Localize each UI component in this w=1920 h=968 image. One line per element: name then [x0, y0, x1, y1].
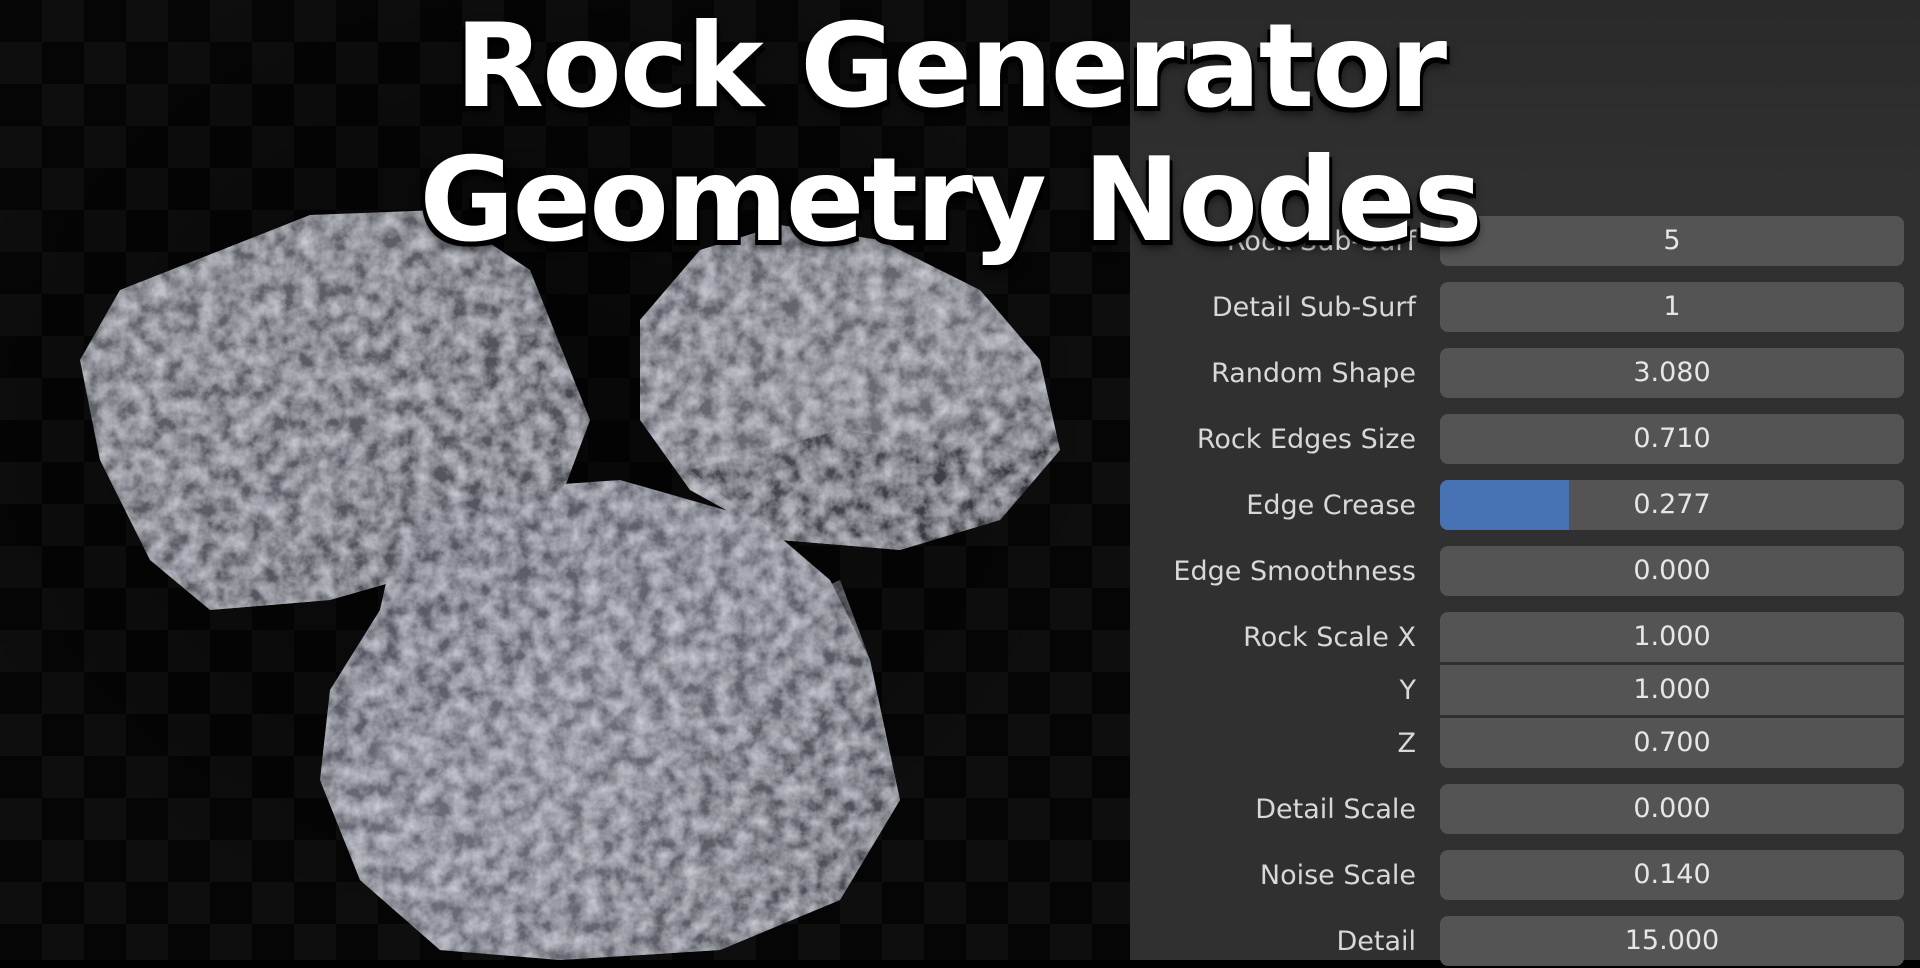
prop-row-noise-scale: Noise Scale 0.140: [1130, 850, 1920, 902]
title-line-1: Rock Generator: [454, 0, 1447, 134]
prop-row-detail-sub-surf: Detail Sub-Surf 1: [1130, 282, 1920, 334]
edge-crease-slider[interactable]: 0.277: [1440, 480, 1904, 530]
rock-front: [320, 480, 900, 960]
prop-label: Edge Smoothness: [1173, 556, 1416, 587]
noise-scale-field[interactable]: 0.140: [1440, 850, 1904, 900]
prop-label: Detail Sub-Surf: [1211, 292, 1416, 323]
prop-label: Edge Crease: [1246, 490, 1416, 521]
random-shape-field[interactable]: 3.080: [1440, 348, 1904, 398]
detail-sub-surf-field[interactable]: 1: [1440, 282, 1904, 332]
prop-value: 1: [1663, 291, 1681, 322]
prop-row-random-shape: Random Shape 3.080: [1130, 348, 1920, 400]
rock-scale-z-field[interactable]: 0.700: [1440, 718, 1904, 768]
rock-edges-size-field[interactable]: 0.710: [1440, 414, 1904, 464]
prop-row-rock-scale-y: Y 1.000: [1130, 665, 1920, 717]
prop-value: 0.277: [1633, 489, 1711, 520]
prop-row-rock-scale-z: Z 0.700: [1130, 718, 1920, 770]
prop-label: Rock Edges Size: [1196, 424, 1416, 455]
rock-scale-x-field[interactable]: 1.000: [1440, 612, 1904, 662]
prop-label: Random Shape: [1211, 358, 1416, 389]
prop-value: 15.000: [1624, 925, 1720, 956]
prop-label: Rock Scale X: [1243, 622, 1416, 653]
prop-value: 0.710: [1633, 423, 1711, 454]
prop-value: 0.140: [1633, 859, 1711, 890]
prop-row-rock-scale-x: Rock Scale X 1.000: [1130, 612, 1920, 664]
prop-value: 0.700: [1633, 727, 1711, 758]
prop-value: 1.000: [1633, 674, 1711, 705]
prop-label: Z: [1397, 728, 1417, 759]
prop-row-edge-crease: Edge Crease 0.277: [1130, 480, 1920, 532]
edge-smoothness-field[interactable]: 0.000: [1440, 546, 1904, 596]
prop-value: 1.000: [1633, 621, 1711, 652]
prop-value: 3.080: [1633, 357, 1711, 388]
prop-value: 0.000: [1633, 555, 1711, 586]
prop-label: Detail: [1336, 926, 1416, 957]
prop-label: Y: [1399, 675, 1417, 706]
title-line-2: Geometry Nodes: [419, 133, 1482, 268]
prop-value: 0.000: [1633, 793, 1711, 824]
prop-label: Noise Scale: [1259, 860, 1416, 891]
prop-label: Detail Scale: [1255, 794, 1416, 825]
rock-right: [640, 225, 1060, 550]
prop-row-rock-edges-size: Rock Edges Size 0.710: [1130, 414, 1920, 466]
rock-scale-y-field[interactable]: 1.000: [1440, 665, 1904, 715]
detail-field[interactable]: 15.000: [1440, 916, 1904, 966]
prop-row-detail-scale: Detail Scale 0.000: [1130, 784, 1920, 836]
detail-scale-field[interactable]: 0.000: [1440, 784, 1904, 834]
prop-row-detail: Detail 15.000: [1130, 916, 1920, 968]
prop-row-edge-smoothness: Edge Smoothness 0.000: [1130, 546, 1920, 598]
